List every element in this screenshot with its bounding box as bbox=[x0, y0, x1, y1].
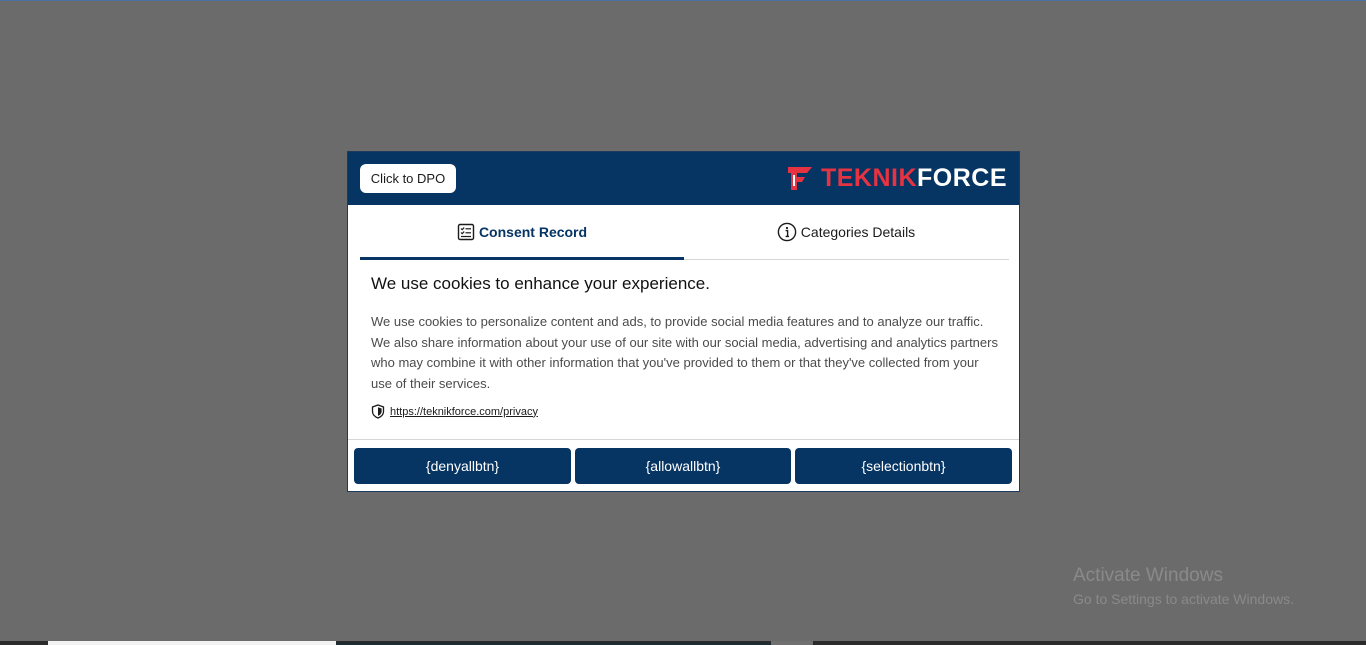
dialog-header: Click to DPO TEKNIKFORCE bbox=[348, 152, 1019, 205]
privacy-policy-link[interactable]: https://teknikforce.com/privacy bbox=[390, 406, 538, 418]
teknikforce-logo-icon bbox=[787, 167, 812, 190]
shield-icon bbox=[371, 404, 385, 419]
dialog-content: We use cookies to enhance your experienc… bbox=[371, 274, 1001, 419]
info-icon bbox=[777, 222, 797, 242]
tab-consent-record[interactable]: Consent Record bbox=[360, 205, 684, 260]
allow-selection-button[interactable]: {selectionbtn} bbox=[795, 448, 1012, 484]
watermark-subtitle: Go to Settings to activate Windows. bbox=[1073, 591, 1294, 607]
consent-description: We use cookies to personalize content an… bbox=[371, 314, 998, 391]
logo-text-teknik: TEKNIK bbox=[820, 163, 917, 192]
consent-heading: We use cookies to enhance your experienc… bbox=[371, 274, 710, 293]
deny-all-button[interactable]: {denyallbtn} bbox=[354, 448, 571, 484]
tab-consent-record-label: Consent Record bbox=[478, 224, 588, 240]
tab-categories-details-label: Categories Details bbox=[800, 224, 916, 240]
allow-all-button[interactable]: {allowallbtn} bbox=[575, 448, 791, 484]
logo-text-force: FORCE bbox=[917, 163, 1007, 192]
cookie-consent-dialog: Click to DPO TEKNIKFORCE Consent Record bbox=[347, 151, 1020, 492]
footer-divider bbox=[348, 439, 1019, 440]
teknikforce-logo: TEKNIKFORCE bbox=[787, 163, 1007, 193]
dpo-button[interactable]: Click to DPO bbox=[360, 164, 456, 193]
window-top-border bbox=[0, 0, 1366, 1]
privacy-policy-row: https://teknikforce.com/privacy bbox=[371, 404, 538, 419]
dialog-tabs: Consent Record Categories Details bbox=[360, 205, 1009, 260]
tab-categories-details[interactable]: Categories Details bbox=[684, 205, 1008, 259]
windows-activation-watermark: Activate Windows Go to Settings to activ… bbox=[1073, 565, 1294, 607]
checklist-icon bbox=[457, 223, 475, 241]
taskbar-active-item[interactable] bbox=[48, 641, 336, 645]
watermark-title: Activate Windows bbox=[1073, 565, 1223, 586]
taskbar-item[interactable] bbox=[771, 641, 813, 645]
